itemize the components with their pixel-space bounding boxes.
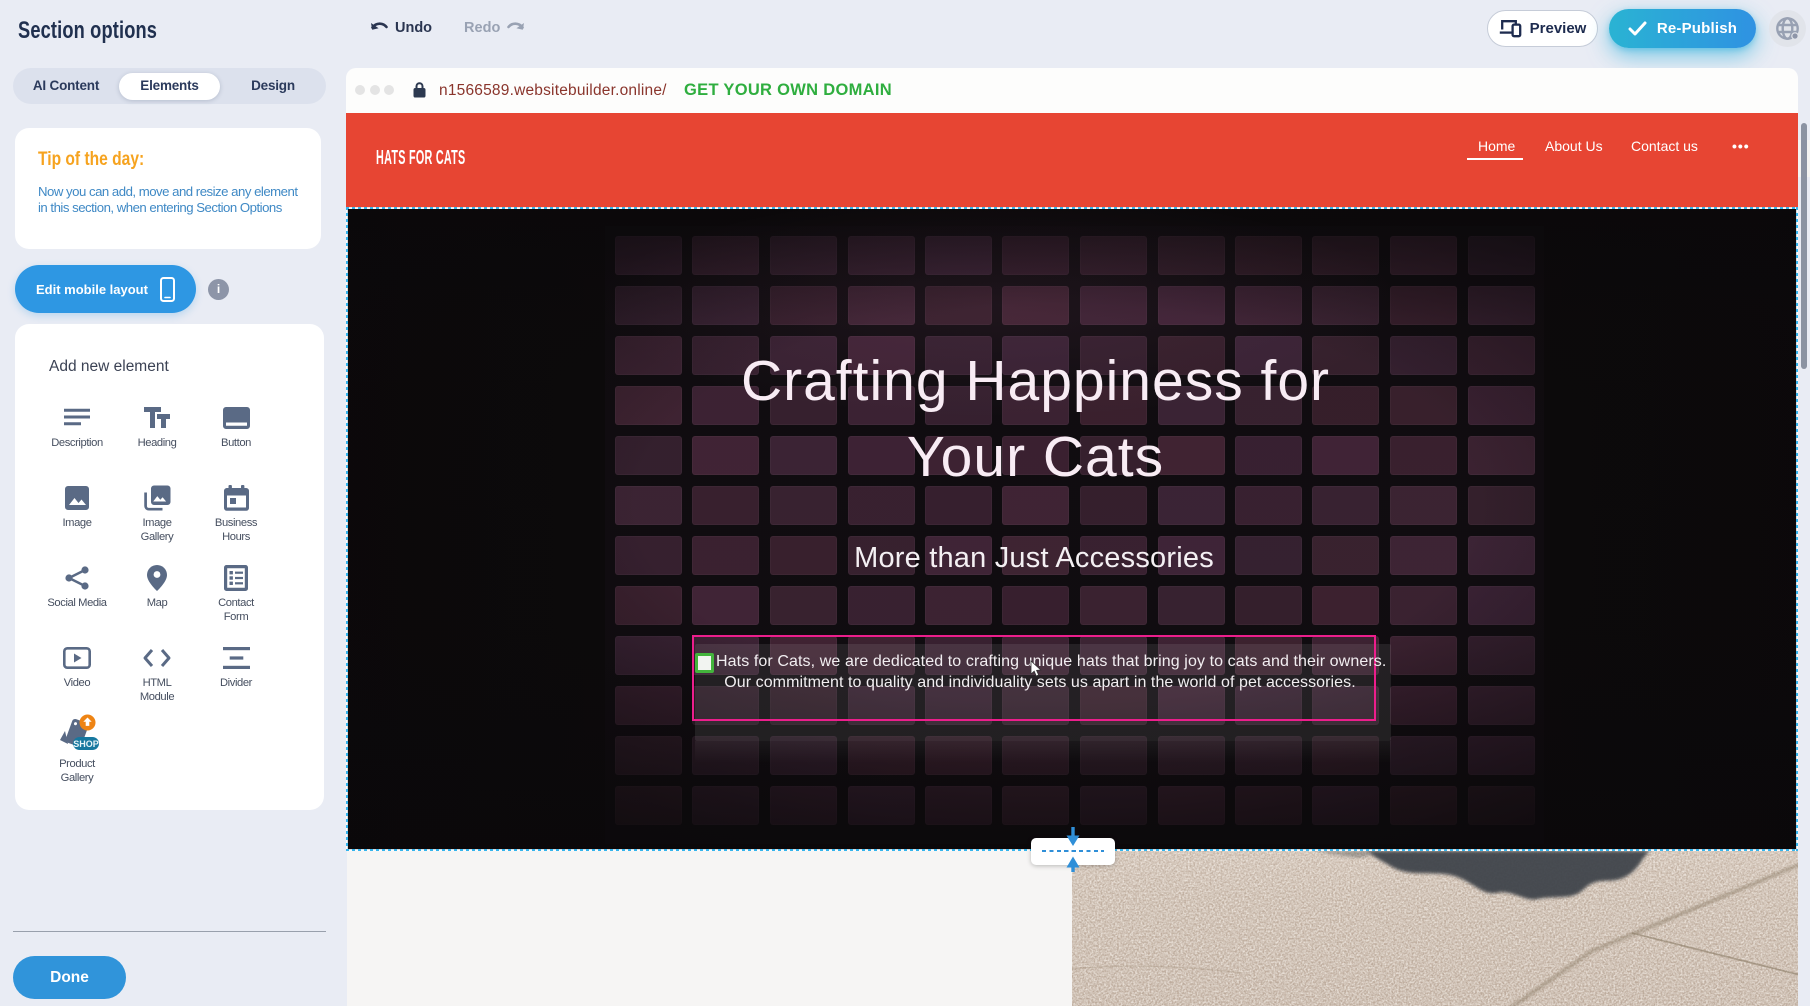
svg-text:SHOP: SHOP	[73, 739, 99, 749]
